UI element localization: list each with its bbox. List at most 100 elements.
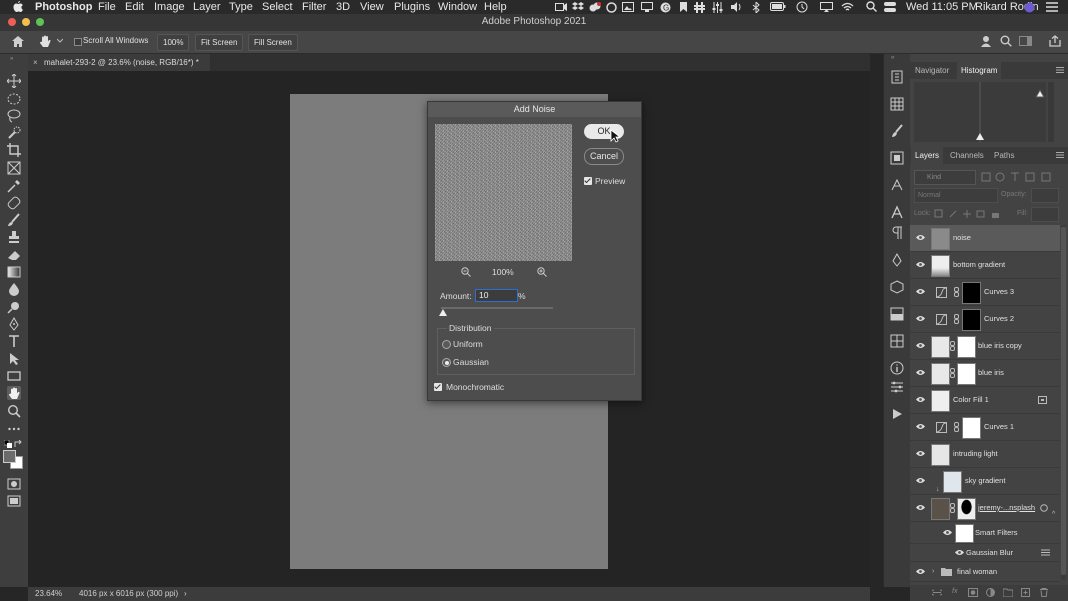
visibility-eye-icon[interactable] [916,369,925,376]
menu-layer[interactable]: Layer [193,0,221,14]
fit-screen-button[interactable]: Fit Screen [195,34,244,51]
character-icon[interactable] [890,205,904,219]
cancel-button[interactable]: Cancel [584,148,624,165]
sliders-icon[interactable] [712,2,723,13]
quick-mask-icon[interactable] [7,477,21,491]
history-icon[interactable] [890,70,904,84]
layer-row-sky-gradient[interactable]: ↓ sky gradient [910,468,1060,495]
menu-plugins[interactable]: Plugins [394,0,430,14]
layers-menu-icon[interactable] [1056,152,1064,158]
search-icon[interactable] [1000,35,1012,47]
menu-type[interactable]: Type [229,0,253,14]
status-doc-info[interactable]: 4016 px x 6016 px (300 ppi) [79,587,178,601]
layer-row-curves-2[interactable]: Curves 2 [910,306,1060,333]
libraries-icon[interactable] [890,151,904,165]
menu-window[interactable]: Window [438,0,477,14]
share-people-icon[interactable] [981,35,993,47]
noise-preview[interactable] [435,124,572,261]
monochromatic-checkbox[interactable] [434,383,442,391]
menu-file[interactable]: File [98,0,116,14]
swap-colors-icon[interactable] [14,440,22,448]
menu-help[interactable]: Help [484,0,507,14]
add-mask-icon[interactable] [968,588,978,597]
siri-icon[interactable] [1024,2,1035,13]
fill-screen-button[interactable]: Fill Screen [248,34,298,51]
crop-tool-icon[interactable] [7,143,21,157]
patterns-icon[interactable] [890,334,904,348]
visibility-eye-icon[interactable] [916,504,925,511]
menu-select[interactable]: Select [262,0,293,14]
menu-list-icon[interactable] [1046,2,1058,12]
tab-layers[interactable]: Layers [911,147,944,164]
gaussian-radio[interactable] [442,358,451,367]
brushes-icon[interactable] [890,124,904,138]
layer-row-smart-filters[interactable]: Smart Filters [910,522,1060,544]
gradient-tool-icon[interactable] [7,265,21,279]
filter-options-icon[interactable] [1041,549,1050,556]
more-tools-icon[interactable] [7,422,21,436]
display-icon[interactable] [641,2,653,12]
new-group-icon[interactable] [1003,588,1013,597]
new-adjustment-icon[interactable] [986,588,995,597]
layer-row-curves-1[interactable]: Curves 1 [910,414,1060,441]
collapse-toolbar-icon[interactable]: » [10,56,13,62]
ellipse-marquee-icon[interactable] [7,92,21,106]
menu-view[interactable]: View [360,0,384,14]
clone-stamp-icon[interactable] [7,230,21,244]
properties-icon[interactable] [890,380,904,394]
layer-row-blue-iris[interactable]: blue iris [910,360,1060,387]
sync-icon[interactable] [606,2,617,13]
share-export-icon[interactable] [1049,35,1061,47]
document-tab[interactable]: × mahalet-293-2 @ 23.6% (noise, RGB/16*)… [28,54,210,71]
new-layer-icon[interactable] [1021,588,1030,597]
menu-clock[interactable]: Wed 11:05 PM [906,0,978,14]
rectangle-tool-icon[interactable] [7,369,21,383]
grammarly-icon[interactable]: G [660,2,671,13]
visibility-eye-icon[interactable] [916,315,925,322]
visibility-eye-icon[interactable] [916,234,925,241]
amount-slider-track[interactable] [441,307,553,309]
zoom-tool-icon[interactable] [7,404,21,418]
close-tab-icon[interactable]: × [33,54,38,71]
visibility-eye-icon[interactable] [916,477,925,484]
preview-checkbox[interactable] [584,177,592,185]
tab-histogram[interactable]: Histogram [957,62,1002,79]
wifi-icon[interactable] [841,2,854,12]
layer-filter-kind[interactable]: Kind [914,170,976,185]
visibility-eye-icon[interactable] [916,423,925,430]
menu-filter[interactable]: Filter [302,0,326,14]
status-chevron-icon[interactable]: › [184,587,187,601]
visibility-eye-icon[interactable] [916,261,925,268]
screen-recorder-icon[interactable] [555,2,567,12]
menu-app-name[interactable]: Photoshop [35,0,92,14]
link-layers-icon[interactable] [932,588,942,597]
spotlight-search-icon[interactable] [866,1,877,13]
workspace-icon[interactable] [1019,36,1032,46]
3d-icon[interactable] [890,280,904,294]
pen-tool-icon[interactable] [7,317,21,331]
layer-row-blue-iris-copy[interactable]: blue iris copy [910,333,1060,360]
layers-scrollbar[interactable] [1061,225,1066,580]
layer-row-jeremy-unsplash[interactable]: jeremy-...nsplash ^ [910,495,1060,522]
tab-paths[interactable]: Paths [990,147,1018,164]
layer-style-icon[interactable]: fx [952,588,957,595]
dropbox-icon[interactable] [572,2,584,12]
zoom-out-icon[interactable] [461,267,471,277]
layer-row-gaussian-blur[interactable]: Gaussian Blur [910,544,1060,562]
histogram-scrollbar[interactable] [1048,82,1054,142]
tab-navigator[interactable]: Navigator [911,62,953,79]
layer-row-bottom-gradient[interactable]: bottom gradient [910,252,1060,279]
frame-tool-icon[interactable] [7,161,21,175]
blend-mode-select[interactable]: Normal [914,188,998,203]
home-icon[interactable] [12,36,24,47]
scroll-all-windows-checkbox[interactable] [74,38,82,46]
lasso-tool-icon[interactable] [7,109,21,123]
type-tool-icon[interactable] [7,334,21,348]
zoom-100-button[interactable]: 100% [157,34,190,51]
visibility-eye-icon[interactable] [955,549,964,556]
zoom-in-icon[interactable] [537,267,547,277]
healing-brush-icon[interactable] [7,196,21,210]
image-capture-icon[interactable] [622,2,634,12]
tab-channels[interactable]: Channels [946,147,988,164]
visibility-eye-icon[interactable] [916,288,925,295]
